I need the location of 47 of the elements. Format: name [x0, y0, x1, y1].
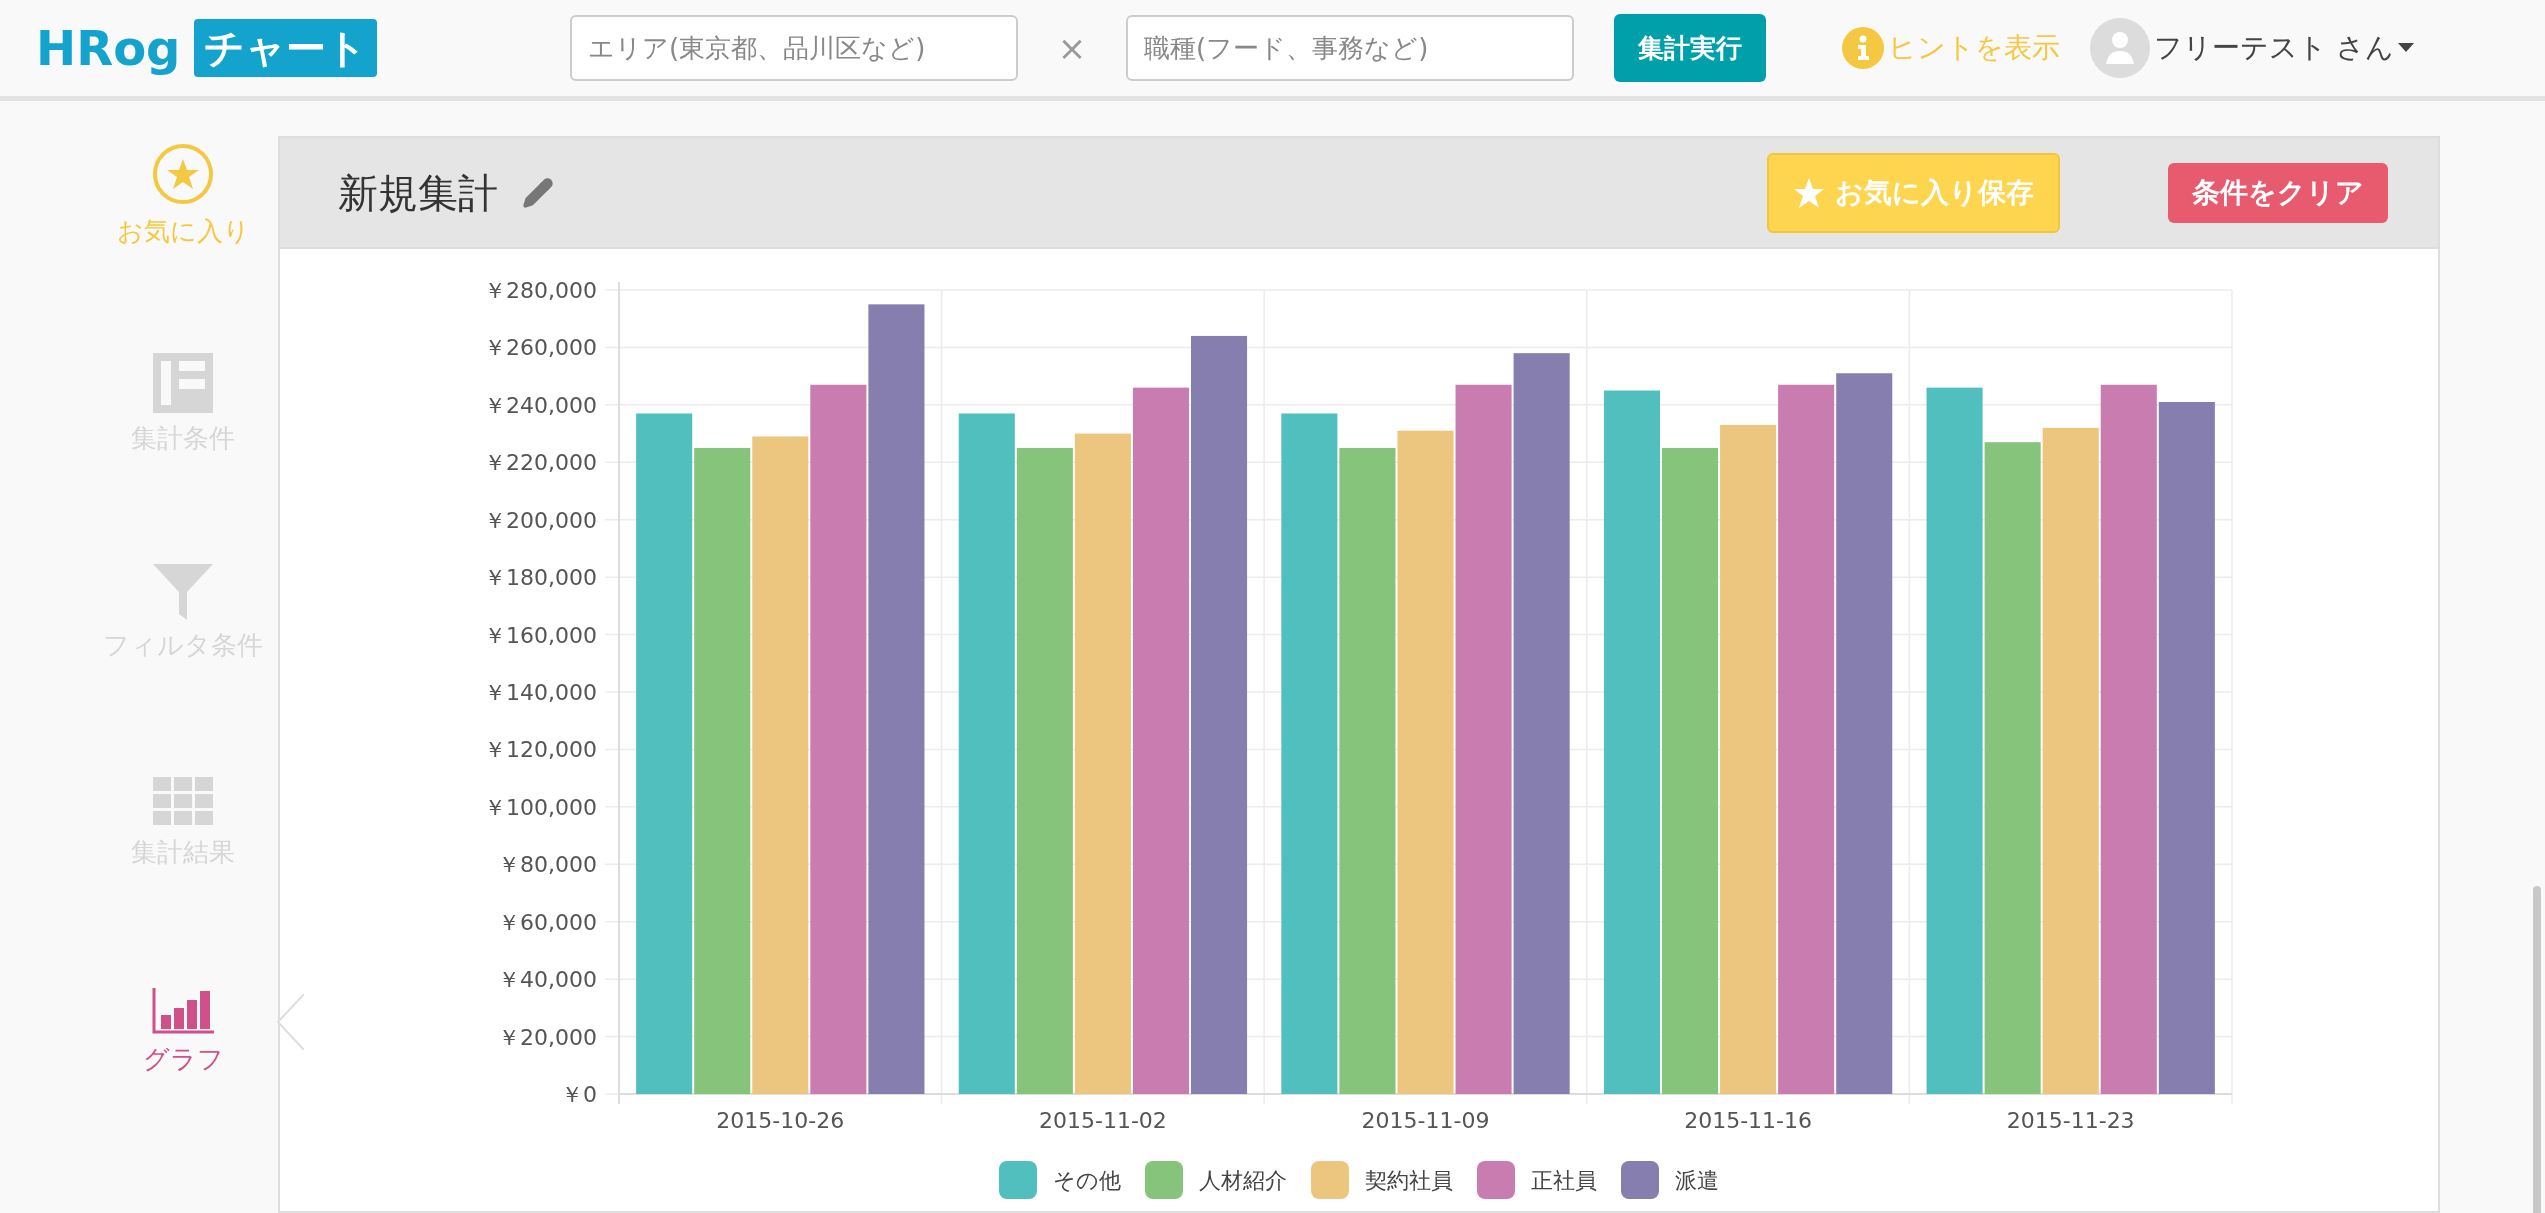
y-axis-label: ￥260,000	[484, 335, 597, 361]
y-axis-label: ￥20,000	[498, 1024, 597, 1050]
y-axis-label: ￥280,000	[484, 278, 597, 303]
y-axis-label: ￥40,000	[498, 967, 597, 993]
x-axis-label: 2015-11-09	[1361, 1108, 1490, 1133]
bar-chart-icon	[152, 988, 214, 1034]
y-axis-label: ￥0	[561, 1082, 597, 1107]
user-name[interactable]: フリーテスト さん	[2154, 27, 2394, 69]
y-axis-label: ￥140,000	[484, 680, 597, 705]
pencil-icon[interactable]	[522, 176, 554, 209]
y-axis-label: ￥60,000	[498, 909, 597, 935]
star-circle-icon	[151, 142, 215, 206]
legend-label: 派遣	[1675, 1166, 1719, 1195]
x-axis-label: 2015-11-02	[1038, 1108, 1167, 1133]
info-icon	[1842, 27, 1884, 69]
y-axis-label: ￥100,000	[484, 794, 597, 820]
logo-badge: チャート	[194, 19, 378, 77]
y-axis-label: ￥80,000	[498, 852, 597, 878]
star-icon	[1793, 176, 1825, 209]
separator: ×	[1056, 26, 1088, 70]
favorite-save-button[interactable]: お気に入り保存	[1767, 152, 2060, 233]
y-axis-label: ￥220,000	[484, 450, 597, 476]
grid-icon	[153, 777, 213, 827]
y-axis-label: ￥120,000	[484, 737, 597, 763]
hint-link[interactable]: ヒントを表示	[1888, 27, 2060, 69]
run-button[interactable]: 集計実行	[1614, 14, 1766, 82]
clear-button[interactable]: 条件をクリア	[2168, 162, 2388, 223]
form-icon	[153, 353, 213, 413]
job-input-field[interactable]: 職種(フード、事務など)	[1126, 15, 1574, 81]
y-axis-label: ￥240,000	[484, 392, 597, 418]
area-input-field[interactable]: エリア(東京都、品川区など)	[570, 15, 1018, 81]
x-axis-label: 2015-11-23	[2006, 1108, 2135, 1133]
y-axis-label: ￥180,000	[484, 565, 597, 591]
avatar-icon	[2090, 18, 2150, 78]
panel-title: 新規集計	[338, 168, 498, 218]
x-axis-label: 2015-10-26	[716, 1108, 845, 1133]
legend-label: 人材紹介	[1199, 1166, 1287, 1195]
legend-label: その他	[1053, 1166, 1121, 1195]
y-axis-label: ￥200,000	[484, 507, 597, 533]
y-axis-label: ￥160,000	[484, 622, 597, 648]
legend-label: 契約社員	[1365, 1166, 1453, 1195]
sidebar-item[interactable]: お気に入り	[60, 136, 306, 343]
funnel-icon	[153, 564, 213, 620]
caret-down-icon[interactable]	[2397, 43, 2414, 53]
x-axis-label: 2015-11-16	[1684, 1108, 1813, 1133]
legend-label: 正社員	[1531, 1166, 1597, 1195]
sidebar-item[interactable]: グラフ	[60, 964, 306, 1171]
